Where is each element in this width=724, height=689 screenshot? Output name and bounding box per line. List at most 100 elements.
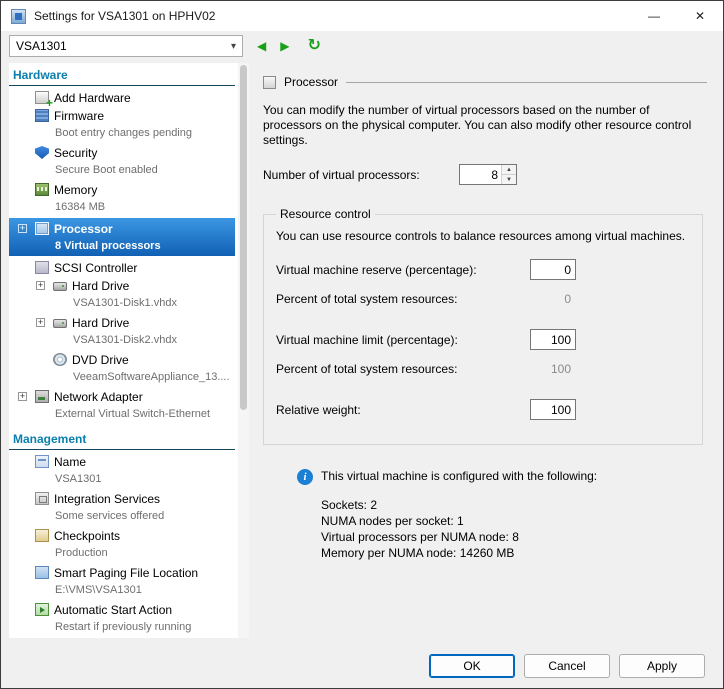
item-label: DVD Drive xyxy=(72,353,129,367)
toolbar: VSA1301 ▾ ◀ ▶ ↻ xyxy=(1,31,723,61)
sidebar-item-add-hardware[interactable]: Add Hardware xyxy=(9,89,235,106)
item-label: Checkpoints xyxy=(54,529,120,543)
item-sublabel: VSA1301 xyxy=(9,471,235,486)
checkpoints-icon xyxy=(35,529,49,542)
item-label: Automatic Start Action xyxy=(54,603,172,617)
settings-tree: Hardware Add Hardware Firmware Boot entr… xyxy=(9,63,249,638)
add-hardware-icon xyxy=(35,91,49,104)
apply-button[interactable]: Apply xyxy=(619,654,705,678)
refresh-button[interactable]: ↻ xyxy=(307,39,320,53)
vm-limit-input[interactable] xyxy=(530,329,576,350)
chevron-down-icon: ▾ xyxy=(231,41,236,52)
item-label: Integration Services xyxy=(54,492,160,506)
item-sublabel: VSA1301-Disk1.vhdx xyxy=(9,295,235,310)
cancel-button[interactable]: Cancel xyxy=(524,654,610,678)
close-button[interactable]: ✕ xyxy=(677,1,723,31)
sidebar-item-hard-drive-1[interactable]: + Hard Drive xyxy=(9,277,235,294)
sidebar-item-name[interactable]: Name xyxy=(9,453,235,470)
virtual-processors-spinner: ▲ ▼ xyxy=(459,164,517,185)
item-label: Firmware xyxy=(54,109,104,123)
button-bar: OK Cancel Apply xyxy=(1,644,723,688)
percent-limit-row: Percent of total system resources: xyxy=(276,358,576,379)
percent-reserve-label: Percent of total system resources: xyxy=(276,292,457,306)
item-label: Add Hardware xyxy=(54,91,131,105)
management-section-header: Management xyxy=(9,429,235,450)
relative-weight-row: Relative weight: xyxy=(276,399,576,420)
window-title: Settings for VSA1301 on HPHV02 xyxy=(34,9,631,23)
resource-control-description: You can use resource controls to balance… xyxy=(276,229,690,243)
processor-icon xyxy=(35,222,49,235)
vm-selector-value: VSA1301 xyxy=(16,39,67,53)
expander-icon[interactable]: + xyxy=(36,281,45,290)
dvd-drive-icon xyxy=(53,353,67,366)
item-sublabel: 16384 MB xyxy=(9,199,235,214)
back-button[interactable]: ◀ xyxy=(257,39,266,53)
vm-limit-label: Virtual machine limit (percentage): xyxy=(276,333,458,347)
virtual-processors-input[interactable] xyxy=(460,165,501,184)
item-sublabel: E:\VMS\VSA1301 xyxy=(9,582,235,597)
item-sublabel: VeeamSoftwareAppliance_13.... xyxy=(9,369,235,384)
info-line-sockets: Sockets: 2 xyxy=(321,497,707,513)
integration-services-icon xyxy=(35,492,49,505)
spinner-up-button[interactable]: ▲ xyxy=(502,165,516,175)
item-label: Hard Drive xyxy=(72,279,129,293)
relative-weight-input[interactable] xyxy=(530,399,576,420)
sidebar-item-network-adapter[interactable]: + Network Adapter xyxy=(9,388,235,405)
expander-icon[interactable]: + xyxy=(18,224,27,233)
item-label: Security xyxy=(54,146,97,160)
smart-paging-icon xyxy=(35,566,49,579)
sidebar-item-firmware[interactable]: Firmware xyxy=(9,107,235,124)
item-sublabel: Some services offered xyxy=(9,508,235,523)
body-area: Hardware Add Hardware Firmware Boot entr… xyxy=(1,61,723,644)
item-sublabel: Secure Boot enabled xyxy=(9,162,235,177)
item-sublabel: Boot entry changes pending xyxy=(9,125,235,140)
percent-reserve-row: Percent of total system resources: xyxy=(276,288,576,309)
item-sublabel: VSA1301-Disk2.vhdx xyxy=(9,332,235,347)
sidebar-item-dvd-drive[interactable]: DVD Drive xyxy=(9,351,235,368)
item-sublabel: Production xyxy=(9,545,235,560)
resource-control-legend: Resource control xyxy=(276,207,375,221)
percent-limit-display xyxy=(530,358,576,379)
sidebar-item-hard-drive-2[interactable]: + Hard Drive xyxy=(9,314,235,331)
sidebar-item-auto-start[interactable]: Automatic Start Action xyxy=(9,601,235,618)
scsi-controller-icon xyxy=(35,261,49,274)
item-label: Memory xyxy=(54,183,97,197)
processor-page-icon xyxy=(263,76,276,89)
header-rule xyxy=(346,82,707,83)
sidebar-item-smart-paging[interactable]: Smart Paging File Location xyxy=(9,564,235,581)
spinner-down-button[interactable]: ▼ xyxy=(502,175,516,184)
sidebar-item-processor[interactable]: + Processor 8 Virtual processors xyxy=(9,218,235,256)
sidebar-item-scsi-controller[interactable]: SCSI Controller xyxy=(9,259,235,276)
minimize-button[interactable]: — xyxy=(631,1,677,31)
sidebar-scrollbar[interactable] xyxy=(238,63,249,638)
network-adapter-icon xyxy=(35,390,49,403)
hard-drive-icon xyxy=(53,319,67,328)
item-sublabel: External Virtual Switch-Ethernet xyxy=(9,406,235,421)
sidebar-item-security[interactable]: Security xyxy=(9,144,235,161)
info-line-memory-per-node: Memory per NUMA node: 14260 MB xyxy=(321,545,707,561)
item-label: Hard Drive xyxy=(72,316,129,330)
item-label: Name xyxy=(54,455,86,469)
ok-button[interactable]: OK xyxy=(429,654,515,678)
info-line-vp-per-node: Virtual processors per NUMA node: 8 xyxy=(321,529,707,545)
page-title: Processor xyxy=(284,75,338,89)
item-sublabel: Restart if previously running xyxy=(9,619,235,634)
sidebar-item-integration-services[interactable]: Integration Services xyxy=(9,490,235,507)
expander-icon[interactable]: + xyxy=(36,318,45,327)
processor-settings-panel: Processor You can modify the number of v… xyxy=(249,63,715,638)
name-icon xyxy=(35,455,49,468)
item-label: Processor xyxy=(54,222,113,236)
vm-reserve-row: Virtual machine reserve (percentage): xyxy=(276,259,576,280)
auto-start-icon xyxy=(35,603,49,616)
forward-button[interactable]: ▶ xyxy=(280,39,289,53)
memory-icon xyxy=(35,183,49,196)
vm-selector[interactable]: VSA1301 ▾ xyxy=(9,35,243,57)
sidebar-item-checkpoints[interactable]: Checkpoints xyxy=(9,527,235,544)
item-label: Network Adapter xyxy=(54,390,143,404)
expander-icon[interactable]: + xyxy=(18,392,27,401)
firmware-icon xyxy=(35,109,49,122)
vm-reserve-input[interactable] xyxy=(530,259,576,280)
scrollbar-thumb[interactable] xyxy=(240,65,247,410)
item-label: Smart Paging File Location xyxy=(54,566,198,580)
sidebar-item-memory[interactable]: Memory xyxy=(9,181,235,198)
